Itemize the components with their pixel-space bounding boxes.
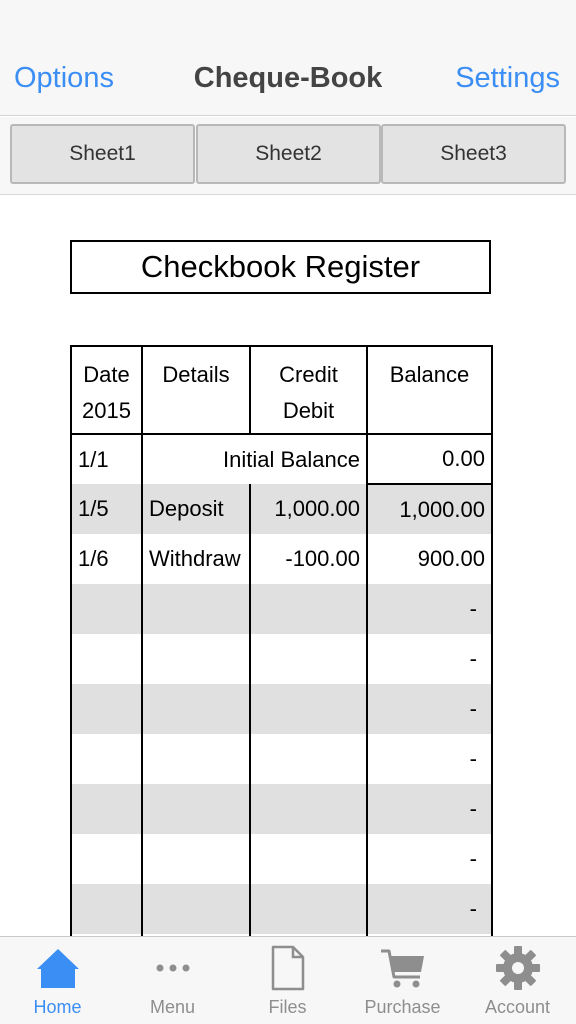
details-cell[interactable] <box>141 734 251 784</box>
date-cell[interactable]: 1/6 <box>70 534 143 584</box>
date-cell[interactable]: 1/5 <box>70 484 143 534</box>
initial-balance-label[interactable]: Initial Balance <box>141 434 368 484</box>
balance-cell[interactable]: - <box>366 834 493 884</box>
amount-cell[interactable] <box>249 884 368 934</box>
header-row: Date 2015 Details Credit Debit Balance <box>70 345 493 435</box>
amount-cell[interactable] <box>249 584 368 634</box>
details-cell[interactable] <box>141 684 251 734</box>
balance-cell[interactable]: 1,000.00 <box>366 484 493 534</box>
options-button[interactable]: Options <box>14 58 114 98</box>
initial-balance-row: 1/1 Initial Balance 0.00 <box>70 434 493 485</box>
balance-cell[interactable]: 900.00 <box>366 534 493 584</box>
table-row: 1/5 Deposit 1,000.00 1,000.00 <box>70 484 493 534</box>
initial-balance-value[interactable]: 0.00 <box>366 434 493 485</box>
details-cell[interactable]: Withdraw <box>141 534 251 584</box>
date-cell[interactable] <box>70 734 143 784</box>
header-balance[interactable]: Balance <box>366 345 493 435</box>
sheet-tab-1[interactable]: Sheet1 <box>10 124 195 184</box>
home-icon <box>37 949 79 988</box>
sheet-tabs: Sheet1 Sheet2 Sheet3 <box>0 117 576 195</box>
date-cell[interactable] <box>70 884 143 934</box>
date-cell[interactable] <box>70 584 143 634</box>
date-cell[interactable] <box>70 834 143 884</box>
table-row: - <box>70 734 493 784</box>
table-row: - <box>70 584 493 634</box>
amount-cell[interactable] <box>249 834 368 884</box>
details-cell[interactable] <box>141 584 251 634</box>
balance-cell[interactable]: - <box>366 684 493 734</box>
tab-files-label: Files <box>268 997 307 1017</box>
header-date-line2: 2015 <box>82 398 131 423</box>
details-cell[interactable] <box>141 834 251 884</box>
tab-account[interactable]: Account <box>460 937 575 1024</box>
date-cell[interactable] <box>70 784 143 834</box>
sheet-tab-2[interactable]: Sheet2 <box>196 124 381 184</box>
balance-cell[interactable]: - <box>366 634 493 684</box>
settings-button[interactable]: Settings <box>455 58 560 98</box>
file-icon <box>271 945 305 991</box>
header-details[interactable]: Details <box>141 345 251 435</box>
tab-purchase-label: Purchase <box>364 997 441 1017</box>
register-title[interactable]: Checkbook Register <box>70 240 491 294</box>
cart-icon <box>381 949 424 988</box>
details-cell[interactable] <box>141 784 251 834</box>
balance-cell[interactable]: - <box>366 784 493 834</box>
table-row: - <box>70 884 493 934</box>
table-row: 1/6 Withdraw -100.00 900.00 <box>70 534 493 584</box>
balance-cell[interactable]: - <box>366 884 493 934</box>
balance-cell[interactable]: - <box>366 584 493 634</box>
amount-cell[interactable] <box>249 784 368 834</box>
table-row: - <box>70 684 493 734</box>
tab-purchase[interactable]: Purchase <box>345 937 460 1024</box>
balance-cell[interactable]: - <box>366 734 493 784</box>
tab-home[interactable]: Home <box>0 937 115 1024</box>
amount-cell[interactable] <box>249 734 368 784</box>
details-cell[interactable]: Deposit <box>141 484 251 534</box>
date-cell[interactable] <box>70 634 143 684</box>
tab-account-label: Account <box>484 997 551 1017</box>
app-title: Cheque-Book <box>193 62 383 94</box>
table-row: - <box>70 834 493 884</box>
tab-bar: Home Menu Files Purchase Account <box>0 936 576 1024</box>
spreadsheet-view[interactable]: Checkbook Register Date 2015 Details Cred… <box>0 196 576 936</box>
details-cell[interactable] <box>141 884 251 934</box>
gear-icon <box>496 946 540 990</box>
header-balance-label: Balance <box>389 362 470 387</box>
header-date-line1: Date <box>83 362 130 387</box>
amount-cell[interactable]: 1,000.00 <box>249 484 368 534</box>
tab-files[interactable]: Files <box>230 937 345 1024</box>
more-dots-icon <box>156 964 190 972</box>
register-table: Date 2015 Details Credit Debit Balance 1/1… <box>70 345 493 936</box>
amount-cell[interactable] <box>249 684 368 734</box>
register-body: 1/1 Initial Balance 0.00 1/5 Deposit 1,0… <box>70 434 493 936</box>
amount-cell[interactable] <box>249 634 368 684</box>
details-cell[interactable] <box>141 634 251 684</box>
sheet-tab-3[interactable]: Sheet3 <box>381 124 566 184</box>
amount-cell[interactable]: -100.00 <box>249 534 368 584</box>
header-amount-line1: Credit <box>279 362 338 387</box>
table-row: - <box>70 784 493 834</box>
header-amount[interactable]: Credit Debit <box>249 345 368 435</box>
tab-home-label: Home <box>33 997 82 1017</box>
initial-date-cell[interactable]: 1/1 <box>70 434 143 484</box>
header-date[interactable]: Date 2015 <box>70 345 143 435</box>
tab-menu[interactable]: Menu <box>115 937 230 1024</box>
date-cell[interactable] <box>70 684 143 734</box>
tab-menu-label: Menu <box>149 997 196 1017</box>
table-row: - <box>70 634 493 684</box>
header-amount-line2: Debit <box>282 398 335 423</box>
navigation-bar: Cheque-Book Options Settings <box>0 0 576 116</box>
header-details-label: Details <box>162 362 230 387</box>
